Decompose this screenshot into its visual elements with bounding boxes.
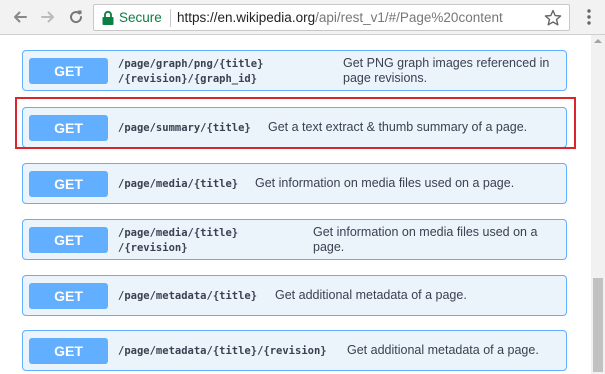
- omnibox-divider: [170, 9, 171, 27]
- operation-path: /page/metadata/{title}/{revision}: [118, 345, 327, 357]
- browser-toolbar: Secure https://en.wikipedia.org/api/rest…: [0, 0, 605, 35]
- get-method-badge[interactable]: GET: [29, 227, 108, 253]
- get-method-badge[interactable]: GET: [29, 338, 108, 364]
- get-method-badge[interactable]: GET: [29, 283, 108, 309]
- operation-row-media-revision[interactable]: GET /page/media/{title} /{revision} Get …: [22, 219, 567, 260]
- url-path: /api/rest_v1/#/Page%20content: [315, 10, 503, 25]
- operation-row-summary[interactable]: GET /page/summary/{title} Get a text ext…: [22, 107, 567, 148]
- operation-row-metadata[interactable]: GET /page/metadata/{title} Get additiona…: [22, 275, 567, 316]
- operation-path: /page/media/{title} /{revision}: [118, 227, 239, 254]
- get-method-badge[interactable]: GET: [29, 171, 108, 197]
- api-operations-list: GET /page/graph/png/{title} /{revision}/…: [0, 35, 591, 374]
- operation-row-media[interactable]: GET /page/media/{title} Get information …: [22, 163, 567, 204]
- operation-path: /page/metadata/{title}: [118, 290, 258, 302]
- operation-description: Get PNG graph images referenced in page …: [343, 56, 550, 85]
- operation-description: Get additional metadata of a page.: [275, 288, 467, 302]
- lock-icon: [102, 10, 114, 25]
- vertical-scrollbar[interactable]: [591, 35, 605, 374]
- secure-label: Secure: [119, 10, 162, 25]
- operation-row-graph-png[interactable]: GET /page/graph/png/{title} /{revision}/…: [22, 50, 567, 91]
- operation-row-metadata-revision[interactable]: GET /page/metadata/{title}/{revision} Ge…: [22, 330, 567, 371]
- star-icon[interactable]: [543, 8, 563, 28]
- get-method-badge[interactable]: GET: [29, 58, 108, 84]
- operation-path: /page/graph/png/{title} /{revision}/{gra…: [118, 58, 264, 85]
- get-method-badge[interactable]: GET: [29, 115, 108, 141]
- scroll-up-arrow-icon[interactable]: [594, 37, 602, 45]
- url-host: https://en.wikipedia.org: [177, 10, 316, 25]
- operation-path: /page/media/{title}: [118, 178, 239, 190]
- forward-icon[interactable]: [37, 6, 59, 28]
- address-bar[interactable]: Secure https://en.wikipedia.org/api/rest…: [93, 4, 570, 31]
- operation-description: Get additional metadata of a page.: [347, 343, 539, 357]
- operation-description: Get information on media files used on a…: [313, 225, 538, 254]
- scrollbar-thumb[interactable]: [593, 278, 603, 372]
- reload-icon[interactable]: [65, 6, 87, 28]
- back-icon[interactable]: [9, 6, 31, 28]
- menu-icon[interactable]: [585, 7, 593, 27]
- operation-path: /page/summary/{title}: [118, 122, 251, 134]
- operation-description: Get information on media files used on a…: [255, 176, 515, 190]
- operation-description: Get a text extract & thumb summary of a …: [268, 120, 528, 134]
- url-text[interactable]: https://en.wikipedia.org/api/rest_v1/#/P…: [177, 10, 503, 26]
